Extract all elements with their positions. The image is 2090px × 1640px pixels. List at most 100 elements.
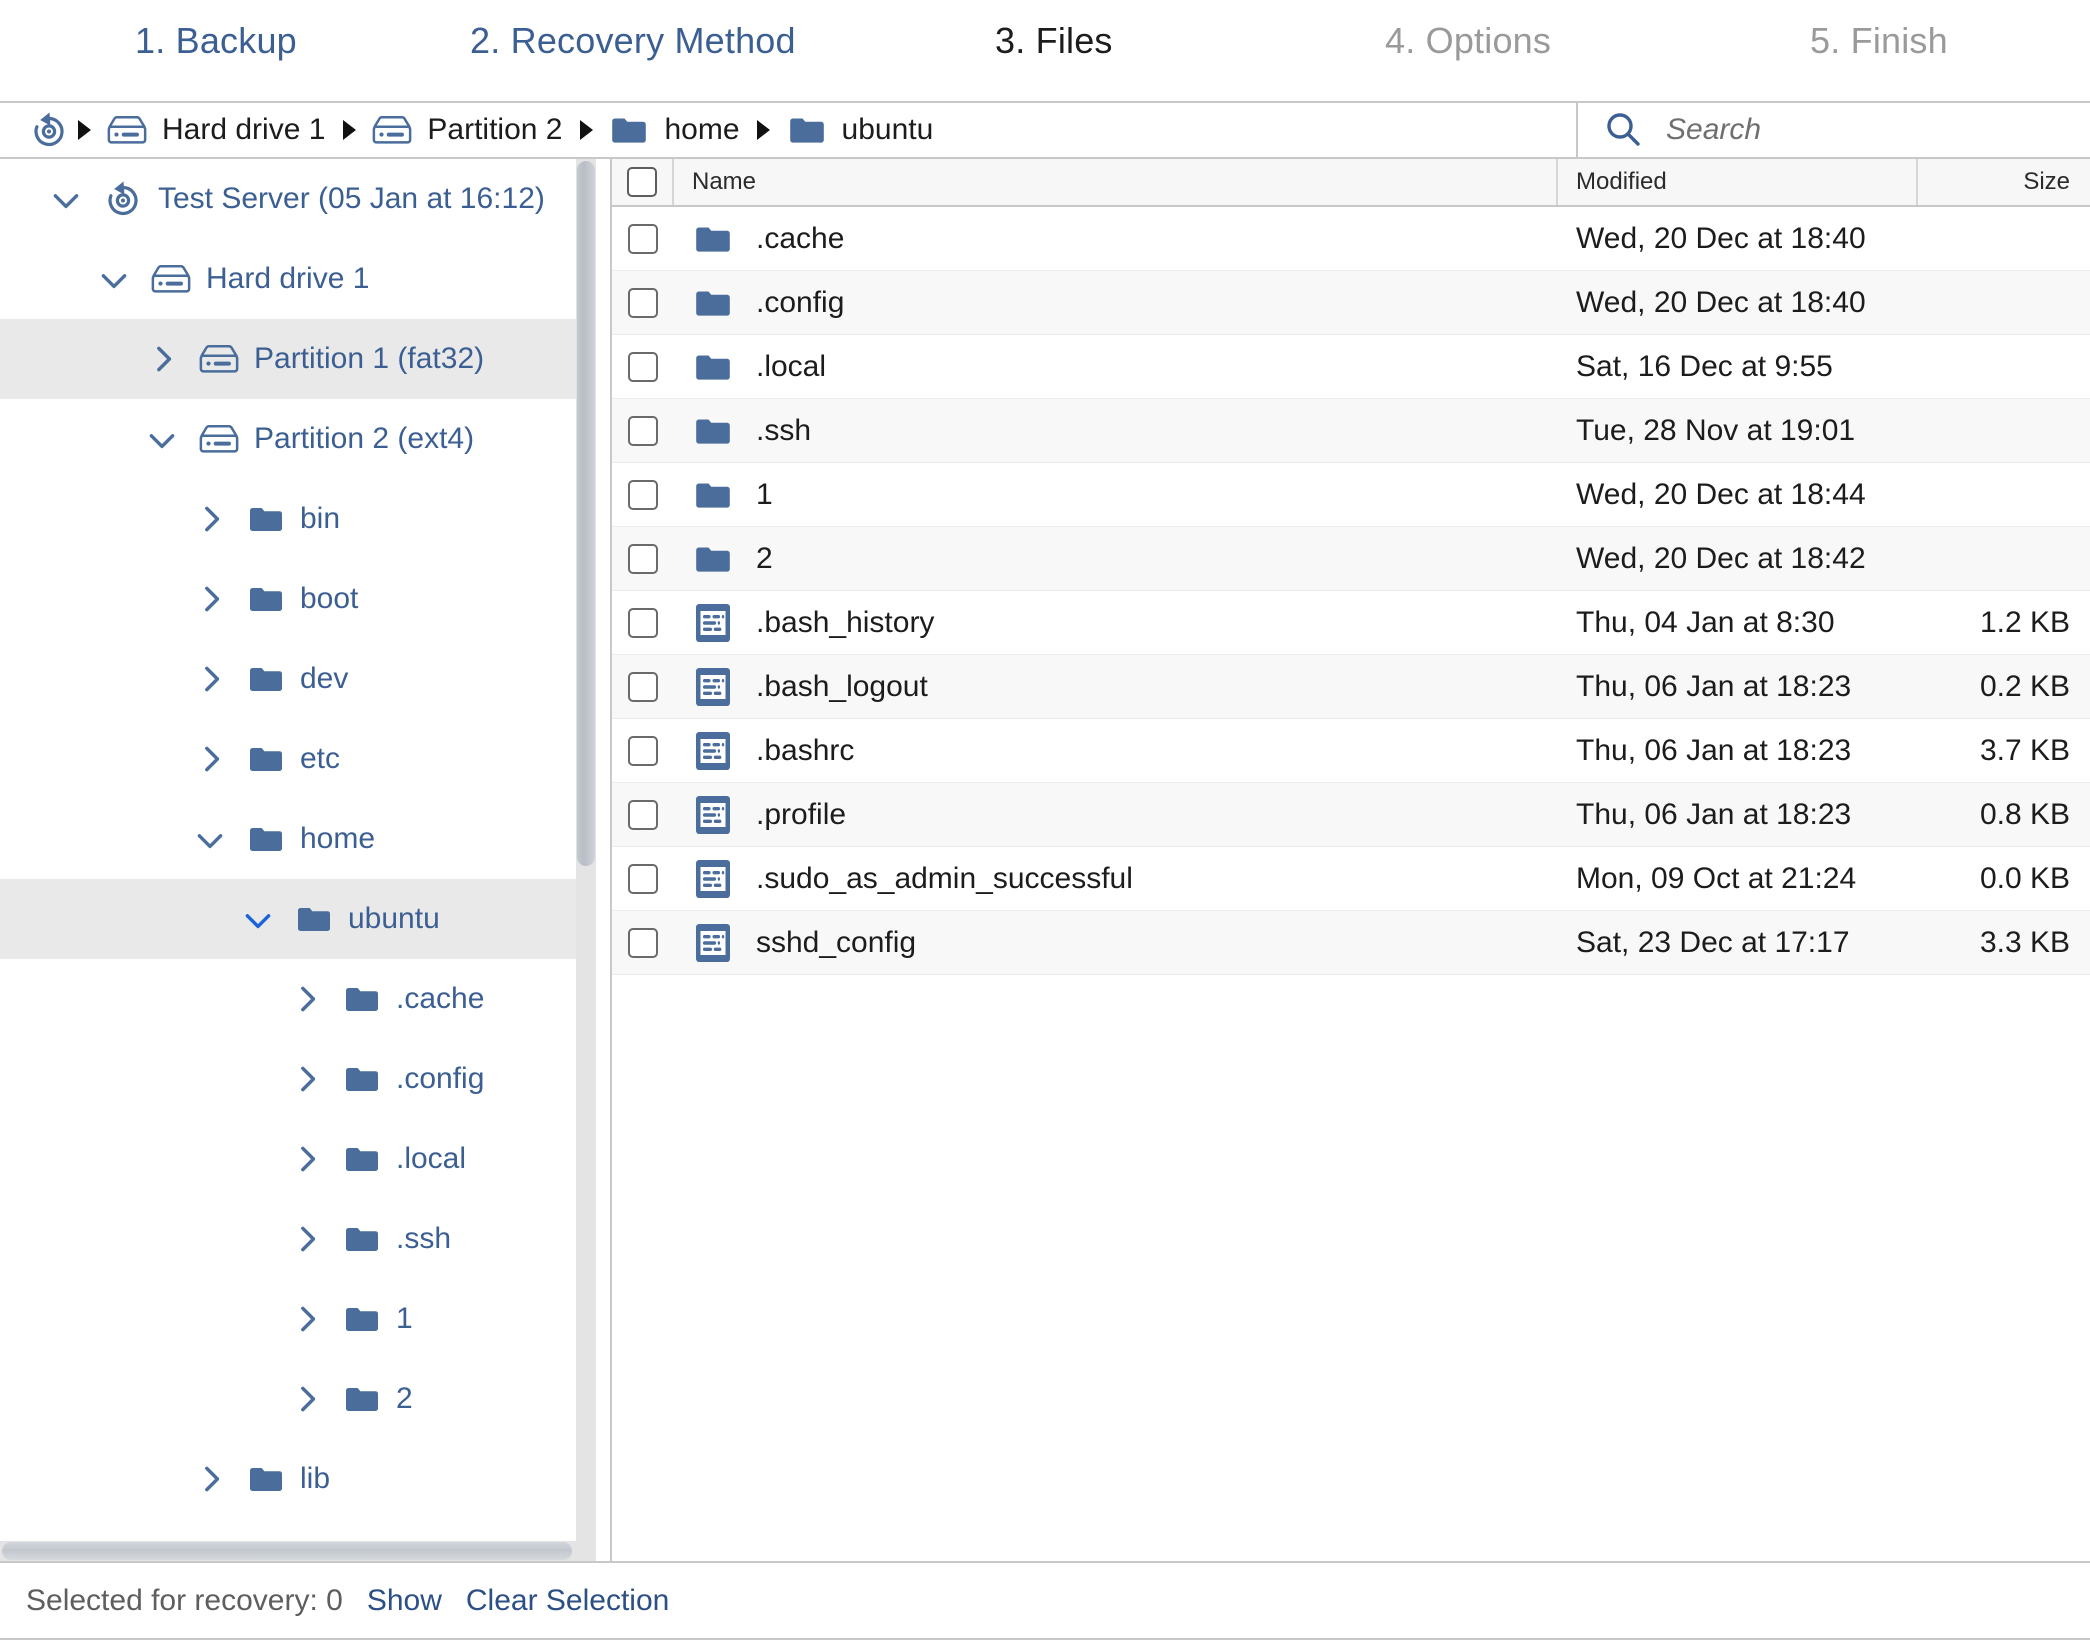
file-row-checkbox[interactable]	[628, 671, 658, 702]
tree-item-ubuntu[interactable]: ubuntu	[0, 879, 596, 959]
tree-item-lib[interactable]: lib	[0, 1439, 596, 1519]
breadcrumb-item-hard-drive-1[interactable]: Hard drive 1	[106, 113, 327, 147]
tree-item-dev[interactable]: dev	[0, 639, 596, 719]
tree-item-local[interactable]: .local	[0, 1119, 596, 1199]
file-row-checkbox[interactable]	[628, 607, 658, 638]
chevron-right-icon[interactable]	[188, 577, 232, 621]
file-row-name-cell: .ssh	[674, 410, 1558, 452]
column-header-modified[interactable]: Modified	[1558, 159, 1918, 205]
tree-item-home[interactable]: home	[0, 799, 596, 879]
tree-item-ssh[interactable]: .ssh	[0, 1199, 596, 1279]
file-row[interactable]: 2 Wed, 20 Dec at 18:42	[612, 527, 2090, 591]
tree-item-bin[interactable]: bin	[0, 479, 596, 559]
chevron-right-icon[interactable]	[140, 337, 184, 381]
clear-selection-link[interactable]: Clear Selection	[466, 1584, 669, 1618]
tree-item-2[interactable]: 2	[0, 1359, 596, 1439]
file-row-checkbox-cell[interactable]	[612, 351, 674, 382]
tree-item-test-server-05-jan-at-16-12[interactable]: Test Server (05 Jan at 16:12)	[0, 159, 596, 239]
breadcrumb-item-ubuntu[interactable]: ubuntu	[786, 109, 936, 151]
wizard-step-recovery-method[interactable]: 2. Recovery Method	[470, 20, 796, 62]
file-row-modified: Wed, 20 Dec at 18:42	[1576, 541, 1866, 575]
show-selection-link[interactable]: Show	[367, 1584, 442, 1618]
file-row[interactable]: sshd_config Sat, 23 Dec at 17:17 3.3 KB	[612, 911, 2090, 975]
tree-item-1[interactable]: 1	[0, 1279, 596, 1359]
file-row[interactable]: .bashrc Thu, 06 Jan at 18:23 3.7 KB	[612, 719, 2090, 783]
chevron-down-icon[interactable]	[44, 177, 88, 221]
tree-item-label: Partition 2 (ext4)	[254, 422, 475, 455]
chevron-right-icon[interactable]	[188, 1457, 232, 1501]
file-row-checkbox-cell[interactable]	[612, 607, 674, 638]
file-row-checkbox[interactable]	[628, 735, 658, 766]
file-row-checkbox[interactable]	[628, 351, 658, 382]
file-row[interactable]: .profile Thu, 06 Jan at 18:23 0.8 KB	[612, 783, 2090, 847]
file-row[interactable]: .bash_history Thu, 04 Jan at 8:30 1.2 KB	[612, 591, 2090, 655]
file-row-checkbox-cell[interactable]	[612, 671, 674, 702]
file-row[interactable]: .config Wed, 20 Dec at 18:40	[612, 271, 2090, 335]
file-row[interactable]: 1 Wed, 20 Dec at 18:44	[612, 463, 2090, 527]
wizard-steps: 1. Backup 2. Recovery Method 3. Files 4.…	[0, 0, 2090, 98]
file-row-checkbox[interactable]	[628, 799, 658, 830]
tree-item-cache[interactable]: .cache	[0, 959, 596, 1039]
file-row-checkbox[interactable]	[628, 863, 658, 894]
chevron-right-icon[interactable]	[188, 737, 232, 781]
file-row[interactable]: .bash_logout Thu, 06 Jan at 18:23 0.2 KB	[612, 655, 2090, 719]
tree-vertical-scrollbar-thumb[interactable]	[577, 161, 595, 866]
file-row-checkbox[interactable]	[628, 543, 658, 574]
file-row-checkbox[interactable]	[628, 223, 658, 254]
folder-icon	[342, 1139, 382, 1179]
search-input[interactable]: Search	[1666, 113, 1761, 147]
file-row-checkbox[interactable]	[628, 479, 658, 510]
chevron-right-icon[interactable]	[188, 497, 232, 541]
file-row[interactable]: .local Sat, 16 Dec at 9:55	[612, 335, 2090, 399]
chevron-down-icon[interactable]	[92, 257, 136, 301]
file-row[interactable]: .ssh Tue, 28 Nov at 19:01	[612, 399, 2090, 463]
file-row-checkbox-cell[interactable]	[612, 479, 674, 510]
file-row-checkbox-cell[interactable]	[612, 223, 674, 254]
column-header-name[interactable]: Name	[674, 159, 1558, 205]
tree-horizontal-scrollbar-thumb[interactable]	[2, 1542, 572, 1560]
file-row-modified: Thu, 06 Jan at 18:23	[1576, 733, 1852, 767]
tree-horizontal-scrollbar[interactable]	[0, 1541, 596, 1561]
file-row-checkbox-cell[interactable]	[612, 287, 674, 318]
file-row-checkbox-cell[interactable]	[612, 543, 674, 574]
wizard-step-backup[interactable]: 1. Backup	[135, 20, 297, 62]
chevron-right-icon[interactable]	[284, 1297, 328, 1341]
file-row-modified: Mon, 09 Oct at 21:24	[1576, 861, 1857, 895]
wizard-step-finish: 5. Finish	[1810, 20, 1948, 61]
file-row-checkbox-cell[interactable]	[612, 863, 674, 894]
file-row-checkbox-cell[interactable]	[612, 735, 674, 766]
chevron-right-icon[interactable]	[284, 1217, 328, 1261]
tree-item-config[interactable]: .config	[0, 1039, 596, 1119]
search-box[interactable]: Search	[1578, 103, 2090, 157]
select-all-cell[interactable]	[612, 159, 674, 205]
tree-item-label: dev	[300, 662, 349, 695]
folder-icon	[246, 579, 286, 619]
tree-item-boot[interactable]: boot	[0, 559, 596, 639]
file-row-checkbox[interactable]	[628, 287, 658, 318]
file-row-checkbox-cell[interactable]	[612, 927, 674, 958]
chevron-right-icon[interactable]	[284, 1057, 328, 1101]
chevron-right-icon[interactable]	[188, 657, 232, 701]
chevron-right-icon[interactable]	[284, 1137, 328, 1181]
file-row-checkbox[interactable]	[628, 415, 658, 446]
file-row[interactable]: .cache Wed, 20 Dec at 18:40	[612, 207, 2090, 271]
chevron-down-icon[interactable]	[188, 817, 232, 861]
breadcrumb-item-partition-2[interactable]: Partition 2	[371, 113, 564, 147]
file-row-checkbox-cell[interactable]	[612, 415, 674, 446]
column-header-size[interactable]: Size	[1918, 159, 2090, 205]
wizard-step-files[interactable]: 3. Files	[995, 20, 1113, 62]
file-row-checkbox-cell[interactable]	[612, 799, 674, 830]
breadcrumb-item-home[interactable]: home	[608, 109, 741, 151]
file-row[interactable]: .sudo_as_admin_successful Mon, 09 Oct at …	[612, 847, 2090, 911]
chevron-right-icon[interactable]	[284, 977, 328, 1021]
chevron-down-icon[interactable]	[236, 897, 280, 941]
tree-item-partition-2-ext4[interactable]: Partition 2 (ext4)	[0, 399, 596, 479]
chevron-right-icon[interactable]	[284, 1377, 328, 1421]
select-all-checkbox[interactable]	[627, 167, 657, 197]
file-row-checkbox[interactable]	[628, 927, 658, 958]
tree-item-partition-1-fat32[interactable]: Partition 1 (fat32)	[0, 319, 596, 399]
tree-item-hard-drive-1[interactable]: Hard drive 1	[0, 239, 596, 319]
chevron-down-icon[interactable]	[140, 417, 184, 461]
tree-item-etc[interactable]: etc	[0, 719, 596, 799]
tree-vertical-scrollbar[interactable]	[576, 159, 596, 1541]
